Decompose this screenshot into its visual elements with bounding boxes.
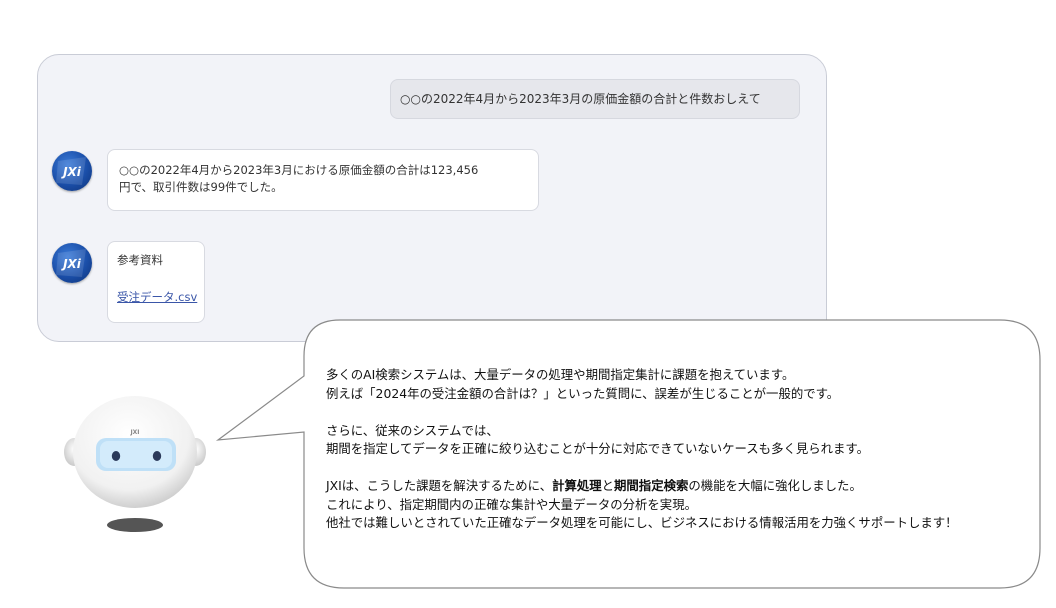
speech-line: これにより、指定期間内の正確な集計や大量データの分析を実現。 <box>326 496 697 512</box>
speech-line: 例えば「2024年の受注金額の合計は？」といった質問に、誤差が生じることが一般的… <box>326 385 840 401</box>
speech-line: JXIは、こうした課題を解決するために、計算処理と期間指定検索の機能を大幅に強化… <box>326 478 862 493</box>
speech-line: 他社では難しいとされていた正確なデータ処理を可能にし、ビジネスにおける情報活用を… <box>326 515 958 530</box>
robot-mascot-icon: JXI <box>64 396 206 532</box>
svg-text:JXI: JXI <box>129 429 139 436</box>
speech-line: さらに、従来のシステムでは、 <box>326 422 499 438</box>
highlight-period-search: 期間指定検索 <box>614 478 689 493</box>
speech-line: 期間を指定してデータを正確に絞り込むことが十分に対応できていないケースも多く見ら… <box>326 441 869 456</box>
speech-line: 多くのAI検索システムは、大量データの処理や期間指定集計に課題を抱えています。 <box>326 367 795 382</box>
highlight-calc: 計算処理 <box>552 478 602 493</box>
speech-text: 多くのAI検索システムは、大量データの処理や期間指定集計に課題を抱えています。 … <box>326 366 1026 533</box>
